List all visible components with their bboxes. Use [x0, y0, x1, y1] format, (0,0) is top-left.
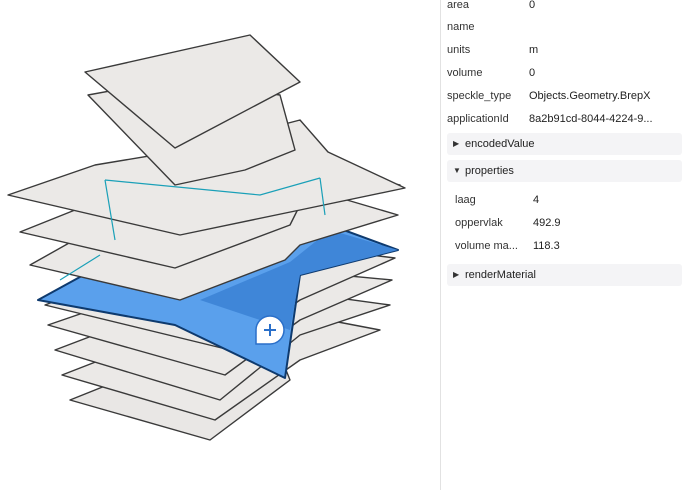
attribute-row-speckle-type: speckle_type Objects.Geometry.BrepX	[447, 87, 690, 105]
property-key: oppervlak	[455, 217, 503, 229]
attribute-value[interactable]: Objects.Geometry.BrepX	[529, 87, 686, 105]
3d-viewport[interactable]	[0, 0, 440, 490]
property-key: laag	[455, 194, 476, 206]
property-value[interactable]: 492.9	[533, 214, 561, 232]
attribute-key: name	[447, 21, 475, 33]
section-title: renderMaterial	[465, 269, 536, 281]
attribute-value[interactable]: 8a2b91cd-8044-4224-9...	[529, 110, 686, 128]
property-key: volume ma...	[455, 240, 518, 252]
attribute-key: units	[447, 44, 471, 56]
attribute-value[interactable]: m	[529, 41, 686, 59]
plus-icon[interactable]	[255, 315, 285, 345]
attribute-value[interactable]: 0	[529, 0, 686, 14]
section-title: properties	[465, 165, 514, 177]
section-title: encodedValue	[465, 138, 535, 150]
attribute-key: applicationId	[447, 113, 509, 125]
property-value[interactable]: 4	[533, 191, 539, 209]
caret-right-icon: ▶	[453, 139, 460, 148]
attribute-row-volume: volume 0	[447, 64, 690, 82]
attribute-row-application-id: applicationId 8a2b91cd-8044-4224-9...	[447, 110, 690, 128]
attribute-value[interactable]: 0	[529, 64, 686, 82]
attribute-row-area: area 0	[447, 0, 690, 14]
section-properties[interactable]: ▼ properties	[447, 160, 682, 182]
attribute-key: area	[447, 0, 470, 11]
property-row-oppervlak: oppervlak 492.9	[455, 214, 690, 232]
section-render-material[interactable]: ▶ renderMaterial	[447, 264, 682, 286]
model-canvas[interactable]	[0, 0, 440, 490]
attribute-key: speckle_type	[447, 90, 512, 102]
caret-right-icon: ▶	[453, 270, 460, 279]
properties-panel: area 0 name units m volume 0 speckle_typ…	[441, 0, 690, 490]
building-model[interactable]	[7, 34, 406, 441]
attribute-row-name: name	[447, 18, 690, 36]
attribute-row-units: units m	[447, 41, 690, 59]
property-row-laag: laag 4	[455, 191, 690, 209]
caret-down-icon: ▼	[453, 166, 461, 175]
property-row-volume-ma: volume ma... 118.3	[455, 237, 690, 255]
property-value[interactable]: 118.3	[533, 237, 560, 255]
attribute-key: volume	[447, 67, 483, 79]
section-encoded-value[interactable]: ▶ encodedValue	[447, 133, 682, 155]
